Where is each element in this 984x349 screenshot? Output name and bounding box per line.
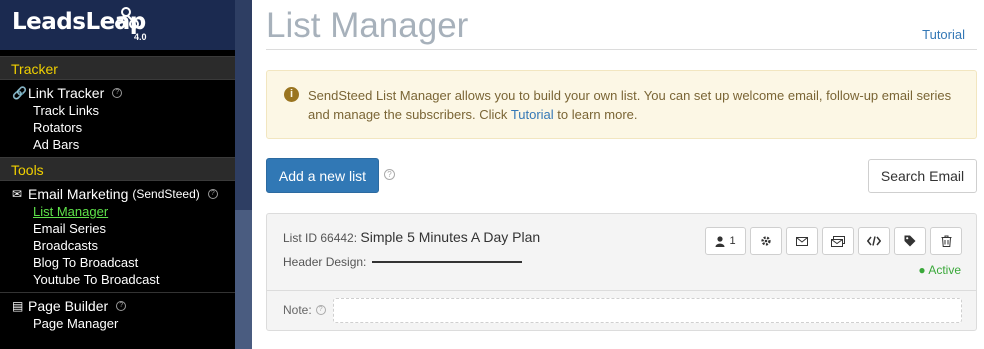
envelope-icon: ✉ [12, 187, 23, 201]
menu-page-builder[interactable]: ▤ Page Builder ? [12, 297, 235, 315]
info-alert: i SendSteed List Manager allows you to b… [266, 70, 977, 139]
email-button[interactable] [786, 227, 818, 255]
page-icon: ▤ [12, 299, 24, 313]
list-actions: 1 [705, 227, 962, 255]
sidebar-item-track-links[interactable]: Track Links [12, 102, 235, 119]
menu-group-link-tracker: 🔗 Link Tracker ? Track Links Rotators Ad… [0, 80, 235, 157]
page-title: List Manager [266, 6, 469, 45]
tutorial-link[interactable]: Tutorial [922, 27, 965, 42]
tag-icon [904, 235, 916, 247]
menu-link-tracker[interactable]: 🔗 Link Tracker ? [12, 84, 235, 102]
gear-icon [761, 236, 771, 246]
sidebar-item-youtube-to-broadcast[interactable]: Youtube To Broadcast [12, 271, 235, 288]
card-divider [267, 290, 976, 291]
status-badge: ● Active [918, 263, 961, 277]
info-tutorial-link[interactable]: Tutorial [511, 107, 554, 122]
code-icon [867, 236, 881, 246]
note-label: Note:? [283, 303, 326, 317]
menu-email-marketing[interactable]: ✉ Email Marketing (SendSteed) ? [12, 185, 235, 203]
help-icon[interactable]: ? [315, 305, 326, 315]
trash-icon [941, 235, 951, 247]
search-email-button[interactable]: Search Email [868, 159, 977, 193]
embed-code-button[interactable] [858, 227, 890, 255]
title-divider [266, 49, 977, 50]
logo-version: 4.0 [134, 32, 147, 42]
logo[interactable]: LeadsLeap 4.0 [0, 0, 235, 50]
list-card: List ID 66442: Simple 5 Minutes A Day Pl… [266, 213, 977, 331]
tag-button[interactable] [894, 227, 926, 255]
help-icon[interactable]: ? [207, 189, 218, 199]
logo-molecule-icon [115, 7, 139, 29]
header-design: Header Design: [283, 255, 523, 269]
user-icon [715, 235, 725, 247]
menu-group-page-builder: ▤ Page Builder ? Page Manager [0, 293, 235, 336]
sidebar: LeadsLeap 4.0 Tracker 🔗 Link Tracker ? T… [0, 0, 235, 349]
help-icon[interactable]: ? [116, 301, 127, 311]
sidebar-item-page-manager[interactable]: Page Manager [12, 315, 235, 332]
help-icon[interactable]: ? [384, 169, 395, 180]
add-new-list-button[interactable]: Add a new list [266, 158, 379, 193]
sidebar-item-email-series[interactable]: Email Series [12, 220, 235, 237]
sidebar-item-ad-bars[interactable]: Ad Bars [12, 136, 235, 153]
menu-group-email-marketing: ✉ Email Marketing (SendSteed) ? List Man… [0, 181, 235, 292]
sidebar-item-rotators[interactable]: Rotators [12, 119, 235, 136]
help-icon[interactable]: ? [112, 88, 123, 98]
settings-button[interactable] [750, 227, 782, 255]
email-series-button[interactable] [822, 227, 854, 255]
delete-button[interactable] [930, 227, 962, 255]
subscriber-count: 1 [729, 235, 736, 247]
note-input[interactable] [333, 298, 962, 323]
info-icon: i [284, 87, 299, 102]
list-name: Simple 5 Minutes A Day Plan [360, 229, 541, 245]
envelope-icon [796, 236, 808, 246]
sidebar-item-list-manager[interactable]: List Manager [12, 203, 235, 220]
info-text: SendSteed List Manager allows you to bui… [308, 88, 952, 122]
sidebar-item-broadcasts[interactable]: Broadcasts [12, 237, 235, 254]
sidebar-edge [235, 0, 252, 349]
subscribers-button[interactable]: 1 [705, 227, 746, 255]
link-icon: 🔗 [12, 86, 27, 100]
section-tools: Tools [0, 157, 235, 181]
header-design-preview[interactable] [372, 261, 523, 263]
sidebar-item-blog-to-broadcast[interactable]: Blog To Broadcast [12, 254, 235, 271]
list-id: List ID 66442: Simple 5 Minutes A Day Pl… [283, 229, 541, 245]
section-tracker: Tracker [0, 56, 235, 80]
envelopes-icon [831, 235, 845, 247]
